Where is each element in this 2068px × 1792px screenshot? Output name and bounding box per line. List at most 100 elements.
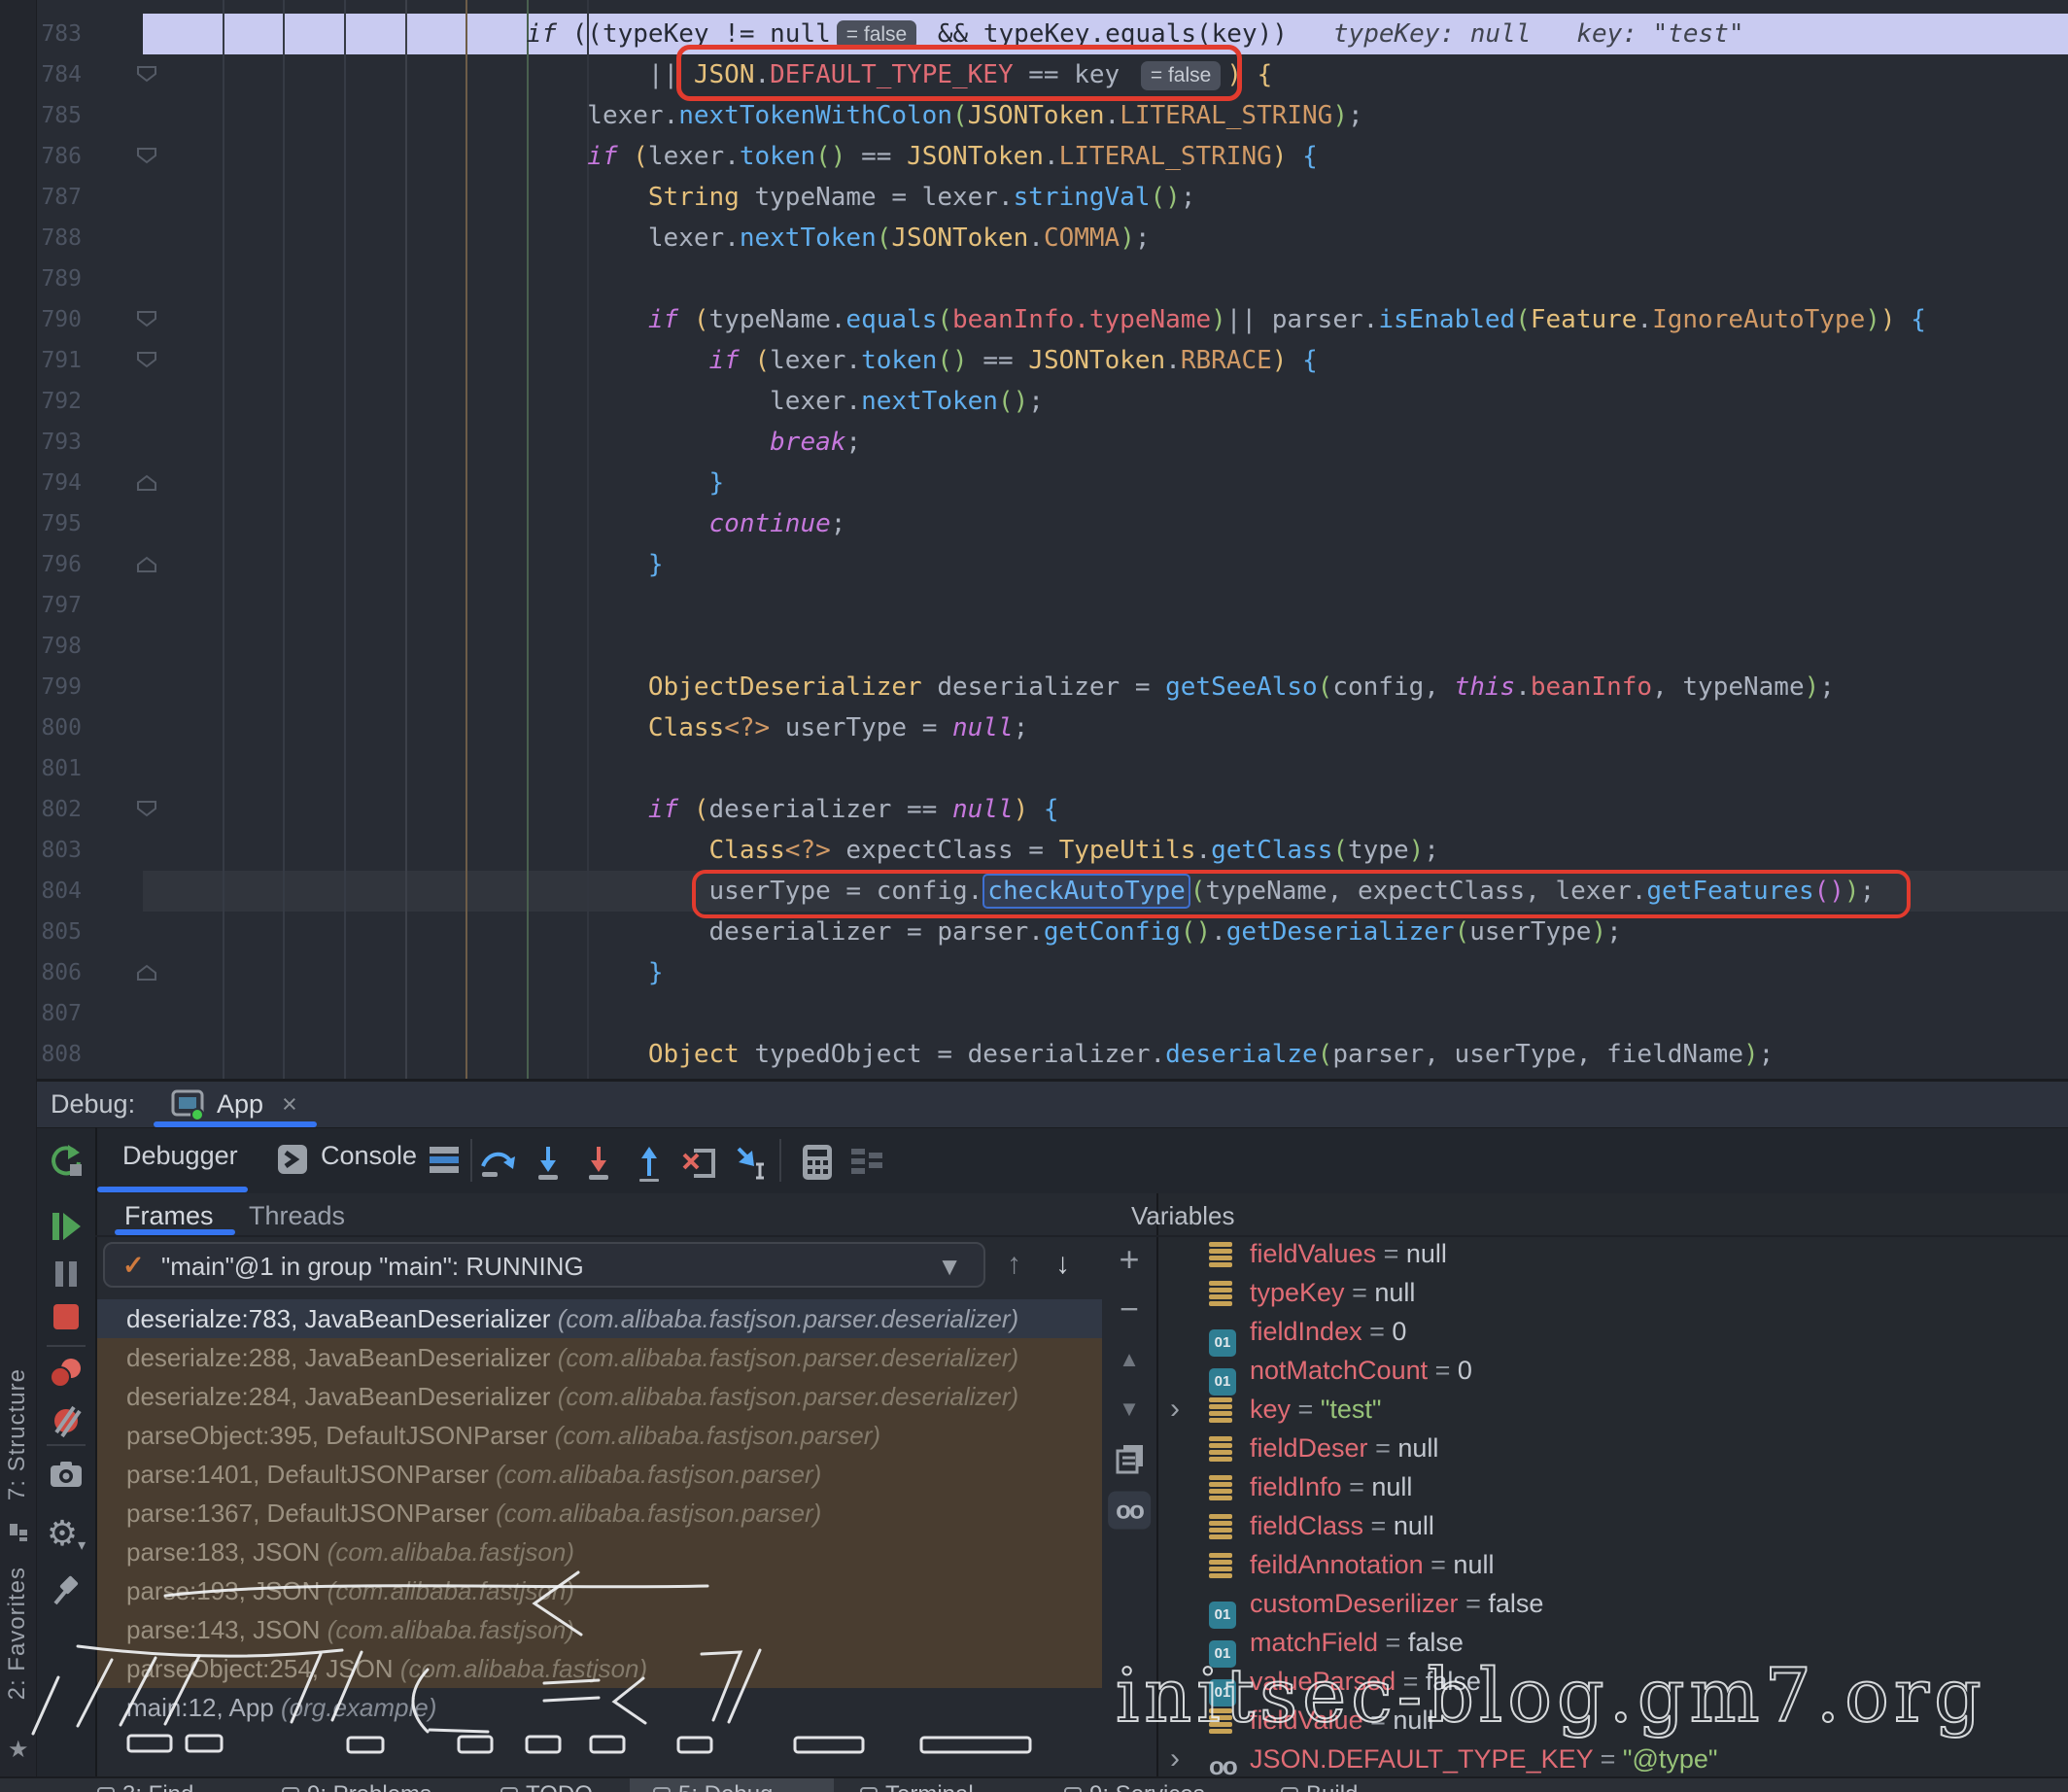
line-number[interactable]: 794 <box>37 463 82 503</box>
code-text[interactable]: if (typeName.equals(beanInfo.typeName)||… <box>161 299 1926 340</box>
tab-debugger[interactable]: Debugger <box>122 1141 238 1171</box>
code-text[interactable]: continue; <box>161 503 845 544</box>
code-line-807[interactable]: 807 <box>37 993 2068 1034</box>
variable-row-typeKey[interactable]: typeKey = null <box>1158 1273 2068 1312</box>
fold-marker-icon[interactable] <box>82 340 161 381</box>
expand-chevron-icon[interactable]: › <box>1170 1390 1180 1429</box>
line-number[interactable]: 806 <box>37 952 82 993</box>
force-step-into-icon[interactable] <box>579 1143 618 1182</box>
line-number[interactable]: 804 <box>37 871 82 912</box>
fold-marker-icon[interactable] <box>82 789 161 830</box>
line-number[interactable]: 803 <box>37 830 82 871</box>
variable-row-fieldClass[interactable]: fieldClass = null <box>1158 1506 2068 1545</box>
previous-frame-arrow[interactable]: ↑ <box>1007 1248 1021 1281</box>
code-text[interactable]: if (lexer.token() == JSONToken.LITERAL_S… <box>161 136 1318 177</box>
code-text[interactable]: } <box>161 463 724 503</box>
remove-watch-button[interactable]: − <box>1120 1292 1139 1329</box>
line-number[interactable]: 786 <box>37 136 82 177</box>
line-number[interactable]: 789 <box>37 258 82 299</box>
statusbar-item-3-find[interactable]: 3: Find <box>97 1781 193 1792</box>
code-lines[interactable]: 783 if ((typeKey != null= false && typeK… <box>37 14 2068 1075</box>
step-over-icon[interactable] <box>478 1143 517 1182</box>
line-number[interactable]: 787 <box>37 177 82 218</box>
code-text[interactable]: lexer.nextToken(); <box>161 381 1044 422</box>
code-line-793[interactable]: 793 break; <box>37 422 2068 463</box>
line-number[interactable]: 808 <box>37 1034 82 1075</box>
code-line-805[interactable]: 805 deserializer = parser.getConfig().ge… <box>37 912 2068 952</box>
code-line-801[interactable]: 801 <box>37 748 2068 789</box>
code-line-791[interactable]: 791 if (lexer.token() == JSONToken.RBRAC… <box>37 340 2068 381</box>
move-watch-up-button[interactable]: ▲ <box>1119 1347 1140 1372</box>
variable-row-fieldValue[interactable]: fieldValue = null <box>1158 1701 2068 1740</box>
code-line-792[interactable]: 792 lexer.nextToken(); <box>37 381 2068 422</box>
statusbar-item-todo[interactable]: TODO <box>500 1781 593 1792</box>
restore-layout-icon[interactable] <box>847 1143 886 1182</box>
code-text[interactable]: Class<?> userType = null; <box>161 707 1028 748</box>
step-out-icon[interactable] <box>630 1143 669 1182</box>
stack-frame-row[interactable]: parseObject:254, JSON (com.alibaba.fastj… <box>95 1649 1102 1688</box>
evaluate-expression-icon[interactable] <box>799 1143 836 1182</box>
stack-frame-row[interactable]: parseObject:395, DefaultJSONParser (com.… <box>95 1416 1102 1455</box>
next-frame-arrow[interactable]: ↓ <box>1055 1248 1070 1281</box>
code-line-786[interactable]: 786 if (lexer.token() == JSONToken.LITER… <box>37 136 2068 177</box>
code-line-798[interactable]: 798 <box>37 626 2068 667</box>
code-line-789[interactable]: 789 <box>37 258 2068 299</box>
code-text[interactable]: } <box>161 544 664 585</box>
statusbar-item-5-debug[interactable]: 5: Debug <box>653 1781 773 1792</box>
code-text[interactable]: lexer.nextTokenWithColon(JSONToken.LITER… <box>161 95 1363 136</box>
run-to-cursor-icon[interactable] <box>731 1143 770 1182</box>
variable-row-valueParsed[interactable]: 01valueParsed = false <box>1158 1662 2068 1701</box>
line-number[interactable]: 793 <box>37 422 82 463</box>
view-breakpoints-icon[interactable] <box>48 1357 85 1390</box>
stack-frame-row[interactable]: parse:183, JSON (com.alibaba.fastjson) <box>95 1533 1102 1571</box>
code-line-808[interactable]: 808 Object typedObject = deserializer.de… <box>37 1034 2068 1075</box>
variable-row-matchField[interactable]: 01matchField = false <box>1158 1623 2068 1662</box>
fold-marker-icon[interactable] <box>82 136 161 177</box>
duplicate-watch-icon[interactable] <box>1114 1443 1145 1474</box>
variable-row-fieldValues[interactable]: fieldValues = null <box>1158 1234 2068 1273</box>
code-line-794[interactable]: 794 } <box>37 463 2068 503</box>
statusbar-item-9-services[interactable]: 9: Services <box>1064 1781 1205 1792</box>
line-number[interactable]: 797 <box>37 585 82 626</box>
line-number[interactable]: 795 <box>37 503 82 544</box>
code-line-799[interactable]: 799 ObjectDeserializer deserializer = ge… <box>37 667 2068 707</box>
tab-threads[interactable]: Threads <box>249 1201 345 1231</box>
line-number[interactable]: 800 <box>37 707 82 748</box>
move-watch-down-button[interactable]: ▼ <box>1119 1396 1140 1422</box>
code-line-787[interactable]: 787 String typeName = lexer.stringVal(); <box>37 177 2068 218</box>
toolwindow-favorites[interactable]: 2: Favorites <box>4 1567 31 1700</box>
variables-panel[interactable]: fieldValues = nulltypeKey = null01fieldI… <box>1156 1193 2068 1776</box>
camera-icon[interactable] <box>49 1460 84 1489</box>
expand-chevron-icon[interactable]: › <box>1170 1740 1180 1778</box>
code-text[interactable]: lexer.nextToken(JSONToken.COMMA); <box>161 218 1151 258</box>
line-number[interactable]: 788 <box>37 218 82 258</box>
fold-marker-icon[interactable] <box>82 544 161 585</box>
code-line-783[interactable]: 783 if ((typeKey != null= false && typeK… <box>37 14 2068 54</box>
code-line-802[interactable]: 802 if (deserializer == null) { <box>37 789 2068 830</box>
stack-frame-row[interactable]: parse:1401, DefaultJSONParser (com.aliba… <box>95 1455 1102 1494</box>
variable-row-notMatchCount[interactable]: 01notMatchCount = 0 <box>1158 1351 2068 1390</box>
pause-button[interactable] <box>52 1258 81 1291</box>
code-text[interactable]: if (deserializer == null) { <box>161 789 1059 830</box>
add-watch-button[interactable]: + <box>1119 1239 1139 1280</box>
layout-lines-icon[interactable] <box>428 1143 461 1181</box>
pin-icon[interactable] <box>50 1574 83 1607</box>
code-text[interactable]: break; <box>161 422 861 463</box>
code-text[interactable]: String typeName = lexer.stringVal(); <box>161 177 1195 218</box>
stack-frame-row[interactable]: main:12, App (org.example) <box>95 1688 1102 1727</box>
code-line-800[interactable]: 800 Class<?> userType = null; <box>37 707 2068 748</box>
code-line-795[interactable]: 795 continue; <box>37 503 2068 544</box>
code-line-803[interactable]: 803 Class<?> expectClass = TypeUtils.get… <box>37 830 2068 871</box>
close-icon[interactable]: × <box>282 1089 297 1120</box>
code-line-797[interactable]: 797 <box>37 585 2068 626</box>
stop-button[interactable] <box>52 1302 81 1331</box>
stack-frame-row[interactable]: deserialze:288, JavaBeanDeserializer (co… <box>95 1338 1102 1377</box>
fold-marker-icon[interactable] <box>82 463 161 503</box>
code-text[interactable]: } <box>161 952 664 993</box>
code-line-788[interactable]: 788 lexer.nextToken(JSONToken.COMMA); <box>37 218 2068 258</box>
line-number[interactable]: 801 <box>37 748 82 789</box>
code-line-796[interactable]: 796 } <box>37 544 2068 585</box>
code-text[interactable]: if (lexer.token() == JSONToken.RBRACE) { <box>161 340 1318 381</box>
code-editor[interactable]: 783 if ((typeKey != null= false && typeK… <box>37 0 2068 1079</box>
line-number[interactable]: 791 <box>37 340 82 381</box>
